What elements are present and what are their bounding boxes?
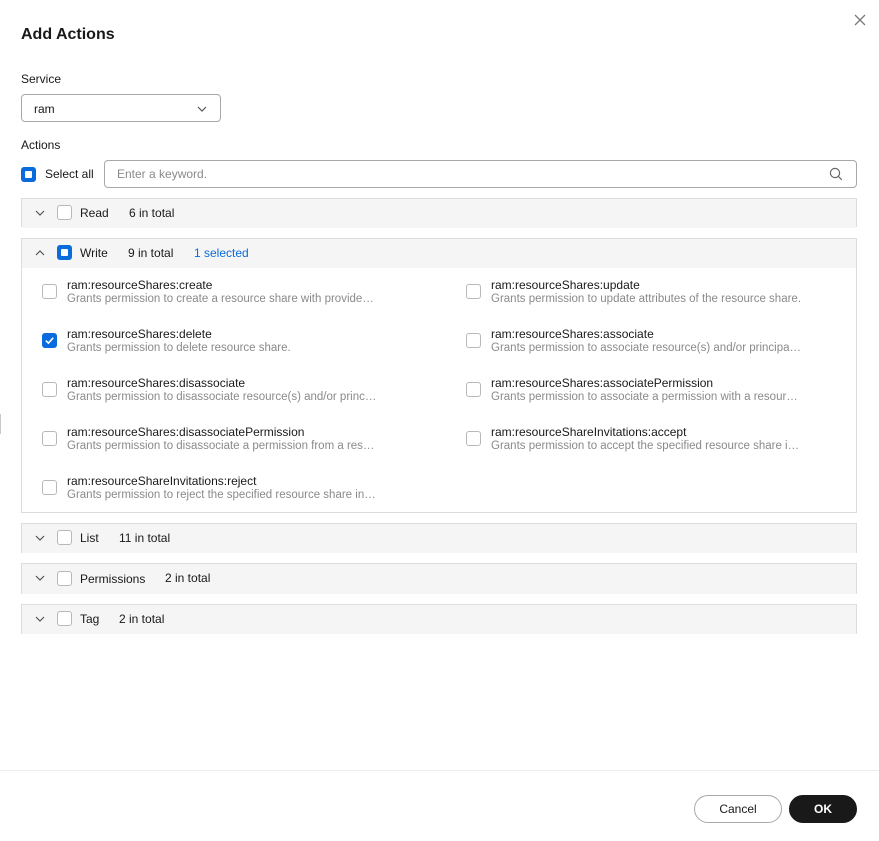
action-name: ram:resourceShares:disassociate: [67, 376, 246, 390]
action-name: ram:resourceShareInvitations:reject: [67, 474, 257, 488]
group-list-name: List: [80, 531, 99, 545]
group-write-header[interactable]: Write 9 in total 1 selected: [22, 239, 856, 268]
action-description: Grants permission to associate resource(…: [491, 342, 802, 354]
group-read-checkbox[interactable]: [57, 205, 72, 220]
group-list-checkbox[interactable]: [57, 530, 72, 545]
action-checkbox-checked[interactable]: [42, 333, 57, 348]
check-icon: [45, 337, 54, 345]
footer-divider: [0, 770, 879, 771]
group-tag-checkbox[interactable]: [57, 611, 72, 626]
service-select[interactable]: ram: [21, 94, 221, 122]
action-checkbox[interactable]: [42, 431, 57, 446]
action-item[interactable]: ram:resourceShares:delete Grants permiss…: [42, 327, 442, 361]
action-description: Grants permission to delete resource sha…: [67, 342, 291, 354]
group-permissions-count: 2 in total: [165, 571, 211, 585]
group-write-count: 9 in total: [128, 246, 174, 260]
action-description: Grants permission to reject the specifie…: [67, 489, 378, 501]
group-read: Read 6 in total: [21, 198, 857, 228]
ok-button[interactable]: OK: [789, 795, 857, 823]
group-read-count: 6 in total: [129, 206, 175, 220]
group-read-header[interactable]: Read 6 in total: [22, 199, 856, 228]
group-permissions-checkbox[interactable]: [57, 571, 72, 586]
group-write-name: Write: [80, 246, 108, 260]
action-description: Grants permission to update attributes o…: [491, 293, 802, 305]
dialog-title: Add Actions: [21, 26, 115, 43]
group-tag-header[interactable]: Tag 2 in total: [22, 605, 856, 634]
action-item[interactable]: ram:resourceShares:associatePermission G…: [466, 376, 866, 410]
group-permissions: Permissions 2 in total: [21, 563, 857, 594]
action-description: Grants permission to create a resource s…: [67, 293, 378, 305]
action-description: Grants permission to disassociate resour…: [67, 391, 378, 403]
group-permissions-name: Permissions: [80, 572, 146, 586]
close-icon[interactable]: [851, 11, 869, 29]
action-name: ram:resourceShares:create: [67, 278, 213, 292]
action-name: ram:resourceShares:update: [491, 278, 640, 292]
group-write-checkbox[interactable]: [57, 245, 72, 260]
group-read-name: Read: [80, 206, 109, 220]
group-list-count: 11 in total: [119, 531, 171, 545]
group-write: Write 9 in total 1 selected ram:resource…: [21, 238, 857, 513]
group-list: List 11 in total: [21, 523, 857, 553]
action-checkbox[interactable]: [42, 382, 57, 397]
action-search-box[interactable]: [104, 160, 857, 188]
action-item[interactable]: ram:resourceShareInvitations:accept Gran…: [466, 425, 866, 459]
chevron-down-icon[interactable]: [34, 572, 46, 584]
search-icon[interactable]: [829, 167, 843, 181]
action-name: ram:resourceShareInvitations:accept: [491, 425, 687, 439]
cancel-button[interactable]: Cancel: [694, 795, 782, 823]
group-tag-count: 2 in total: [119, 612, 165, 626]
action-item[interactable]: ram:resourceShares:update Grants permiss…: [466, 278, 866, 312]
select-all-label: Select all: [45, 167, 94, 181]
add-actions-dialog: Add Actions Service ram Actions Select a…: [0, 0, 879, 841]
resize-handle[interactable]: [0, 414, 3, 434]
action-description: Grants permission to accept the specifie…: [491, 440, 802, 452]
action-item[interactable]: ram:resourceShareInvitations:reject Gran…: [42, 474, 442, 508]
action-item[interactable]: ram:resourceShares:associate Grants perm…: [466, 327, 866, 361]
action-checkbox[interactable]: [42, 284, 57, 299]
action-item[interactable]: ram:resourceShares:disassociatePermissio…: [42, 425, 442, 459]
action-name: ram:resourceShares:disassociatePermissio…: [67, 425, 305, 439]
action-name: ram:resourceShares:associate: [491, 327, 654, 341]
chevron-down-icon[interactable]: [34, 613, 46, 625]
action-checkbox[interactable]: [466, 431, 481, 446]
chevron-down-icon[interactable]: [34, 532, 46, 544]
group-write-selected-link[interactable]: 1 selected: [194, 245, 249, 261]
action-item[interactable]: ram:resourceShares:disassociate Grants p…: [42, 376, 442, 410]
action-checkbox[interactable]: [466, 333, 481, 348]
action-checkbox[interactable]: [42, 480, 57, 495]
action-name: ram:resourceShares:associatePermission: [491, 376, 714, 390]
action-description: Grants permission to disassociate a perm…: [67, 440, 378, 452]
actions-label: Actions: [21, 138, 61, 152]
chevron-down-icon[interactable]: [34, 207, 46, 219]
action-item[interactable]: ram:resourceShares:create Grants permiss…: [42, 278, 442, 312]
select-all-checkbox[interactable]: Select all: [21, 166, 94, 182]
service-select-value: ram: [34, 102, 55, 116]
action-checkbox[interactable]: [466, 284, 481, 299]
chevron-down-icon: [197, 106, 207, 112]
group-tag-name: Tag: [80, 612, 100, 626]
select-all-check-icon[interactable]: [21, 166, 36, 182]
service-label: Service: [21, 72, 62, 86]
action-search-input[interactable]: [117, 166, 807, 182]
action-name: ram:resourceShares:delete: [67, 327, 212, 341]
group-tag: Tag 2 in total: [21, 604, 857, 634]
action-description: Grants permission to associate a permiss…: [491, 391, 802, 403]
group-list-header[interactable]: List 11 in total: [22, 524, 856, 553]
action-checkbox[interactable]: [466, 382, 481, 397]
chevron-up-icon[interactable]: [34, 247, 46, 259]
group-permissions-header[interactable]: Permissions 2 in total: [22, 564, 856, 594]
